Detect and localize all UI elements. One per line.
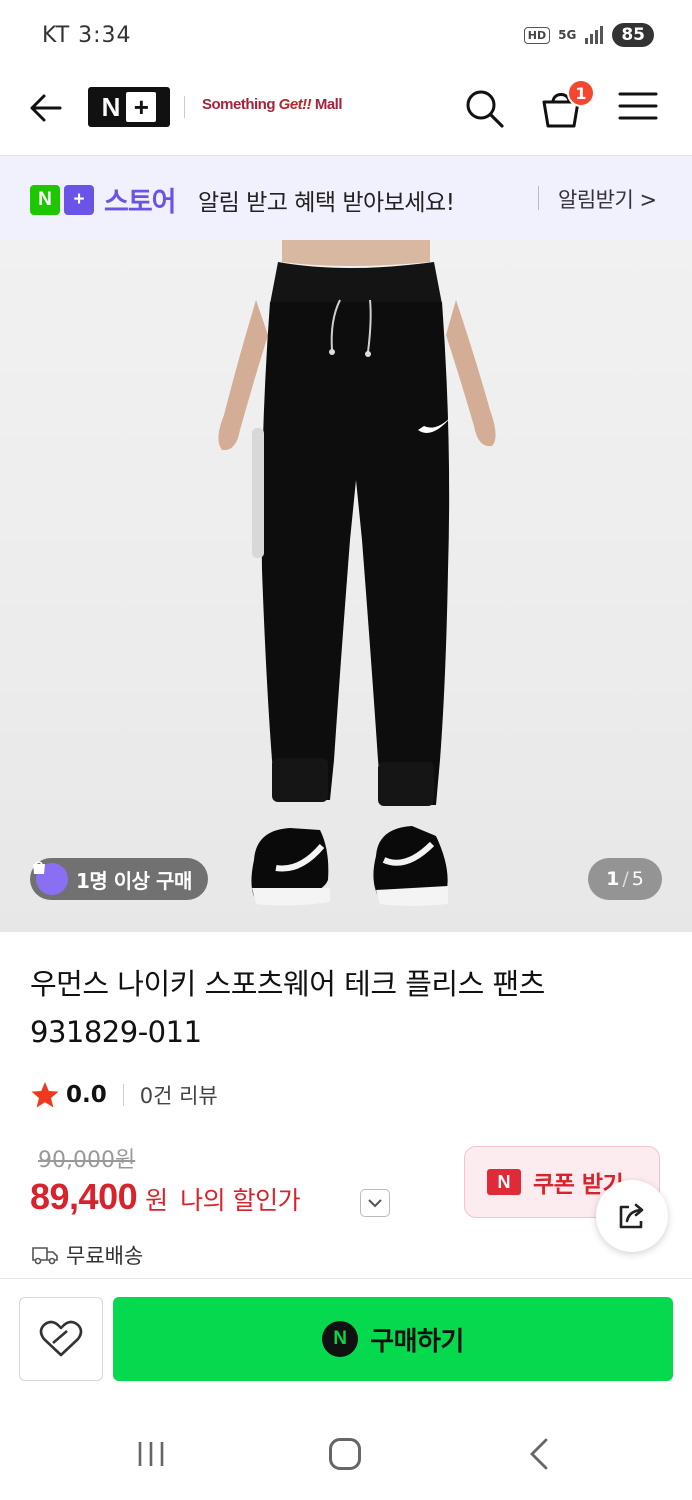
bag-icon	[33, 861, 68, 895]
notice-message: 알림 받고 혜택 받아보세요!	[198, 190, 455, 216]
notification-banner[interactable]: N + 스토어 알림 받고 혜택 받아보세요! 알림받기 >	[0, 156, 692, 240]
notice-divider	[538, 186, 539, 210]
min-purchase-badge: 1명 이상 구매	[30, 858, 208, 900]
nav-back-icon[interactable]	[526, 1438, 550, 1470]
share-icon	[619, 1203, 644, 1229]
my-discount-label: 나의 할인가	[180, 1186, 301, 1215]
naver-pay-icon: N	[322, 1321, 359, 1357]
min-purchase-text: 1명 이상 구매	[76, 868, 192, 893]
signal-icon	[585, 26, 604, 44]
app-header: N + Something Get!! Mall 1	[0, 70, 692, 156]
buy-now-label: 구매하기	[370, 1326, 464, 1357]
image-counter: 1/5	[588, 858, 662, 900]
notify-me-link[interactable]: 알림받기 >	[558, 184, 657, 214]
sale-price-row: 89,400 원 나의 할인가	[30, 1176, 301, 1218]
status-icons: HD 5G 85	[523, 23, 654, 47]
logo-n-letter: N	[101, 91, 121, 122]
image-counter-separator: /	[622, 868, 629, 890]
sale-price-unit: 원	[145, 1186, 169, 1215]
sale-price: 89,400	[30, 1176, 138, 1217]
menu-icon[interactable]	[618, 90, 658, 122]
search-icon[interactable]	[462, 86, 506, 130]
hd-icon: HD	[523, 26, 551, 44]
review-count[interactable]: 0건 리뷰	[140, 1080, 218, 1110]
battery-indicator: 85	[612, 23, 654, 47]
product-title: 우먼스 나이키 스포츠웨어 테크 플리스 팬츠 931829-011	[30, 967, 545, 1049]
mall-logo[interactable]: Something Get!! Mall	[202, 96, 343, 113]
truck-icon	[32, 1247, 58, 1265]
star-icon	[31, 1082, 59, 1108]
back-arrow-icon[interactable]	[26, 88, 66, 128]
purchase-action-bar: N 구매하기	[0, 1278, 692, 1398]
store-logo-n: N	[30, 184, 60, 215]
coupon-n-icon: N	[487, 1169, 521, 1195]
network-5g-icon: 5G	[558, 28, 577, 42]
status-bar: KT 3:34 HD 5G 85	[0, 0, 692, 70]
heart-icon	[39, 1320, 83, 1357]
header-divider	[184, 96, 185, 118]
nplus-store-logo: N + 스토어	[30, 180, 177, 219]
rating-divider	[122, 1084, 124, 1106]
original-price: 90,000원	[38, 1148, 136, 1173]
cart-count-badge: 1	[567, 79, 595, 107]
discount-details-toggle[interactable]	[360, 1189, 390, 1217]
store-logo-plus: +	[64, 184, 94, 215]
shipping-text: 무료배송	[66, 1244, 144, 1268]
logo-plus: +	[126, 92, 157, 122]
shipping-info: 무료배송	[32, 1240, 143, 1270]
product-image-gallery[interactable]: 1명 이상 구매 1/5	[0, 240, 692, 932]
nav-home-icon[interactable]	[329, 1438, 361, 1470]
rating-row[interactable]: 0.0 0건 리뷰	[30, 1080, 218, 1110]
share-button[interactable]	[596, 1180, 668, 1252]
nplus-logo[interactable]: N +	[88, 87, 170, 127]
wishlist-button[interactable]	[19, 1297, 103, 1381]
status-time: KT 3:34	[42, 22, 132, 48]
chevron-down-icon	[368, 1199, 382, 1208]
nav-recent-icon[interactable]	[136, 1440, 166, 1468]
image-counter-current: 1	[606, 868, 620, 890]
buy-now-button[interactable]: N 구매하기	[113, 1297, 673, 1381]
store-name: 스토어	[104, 187, 177, 218]
product-photo	[218, 240, 496, 906]
rating-value: 0.0	[66, 1082, 107, 1108]
system-nav-bar	[0, 1400, 692, 1500]
image-counter-total: 5	[631, 868, 644, 890]
